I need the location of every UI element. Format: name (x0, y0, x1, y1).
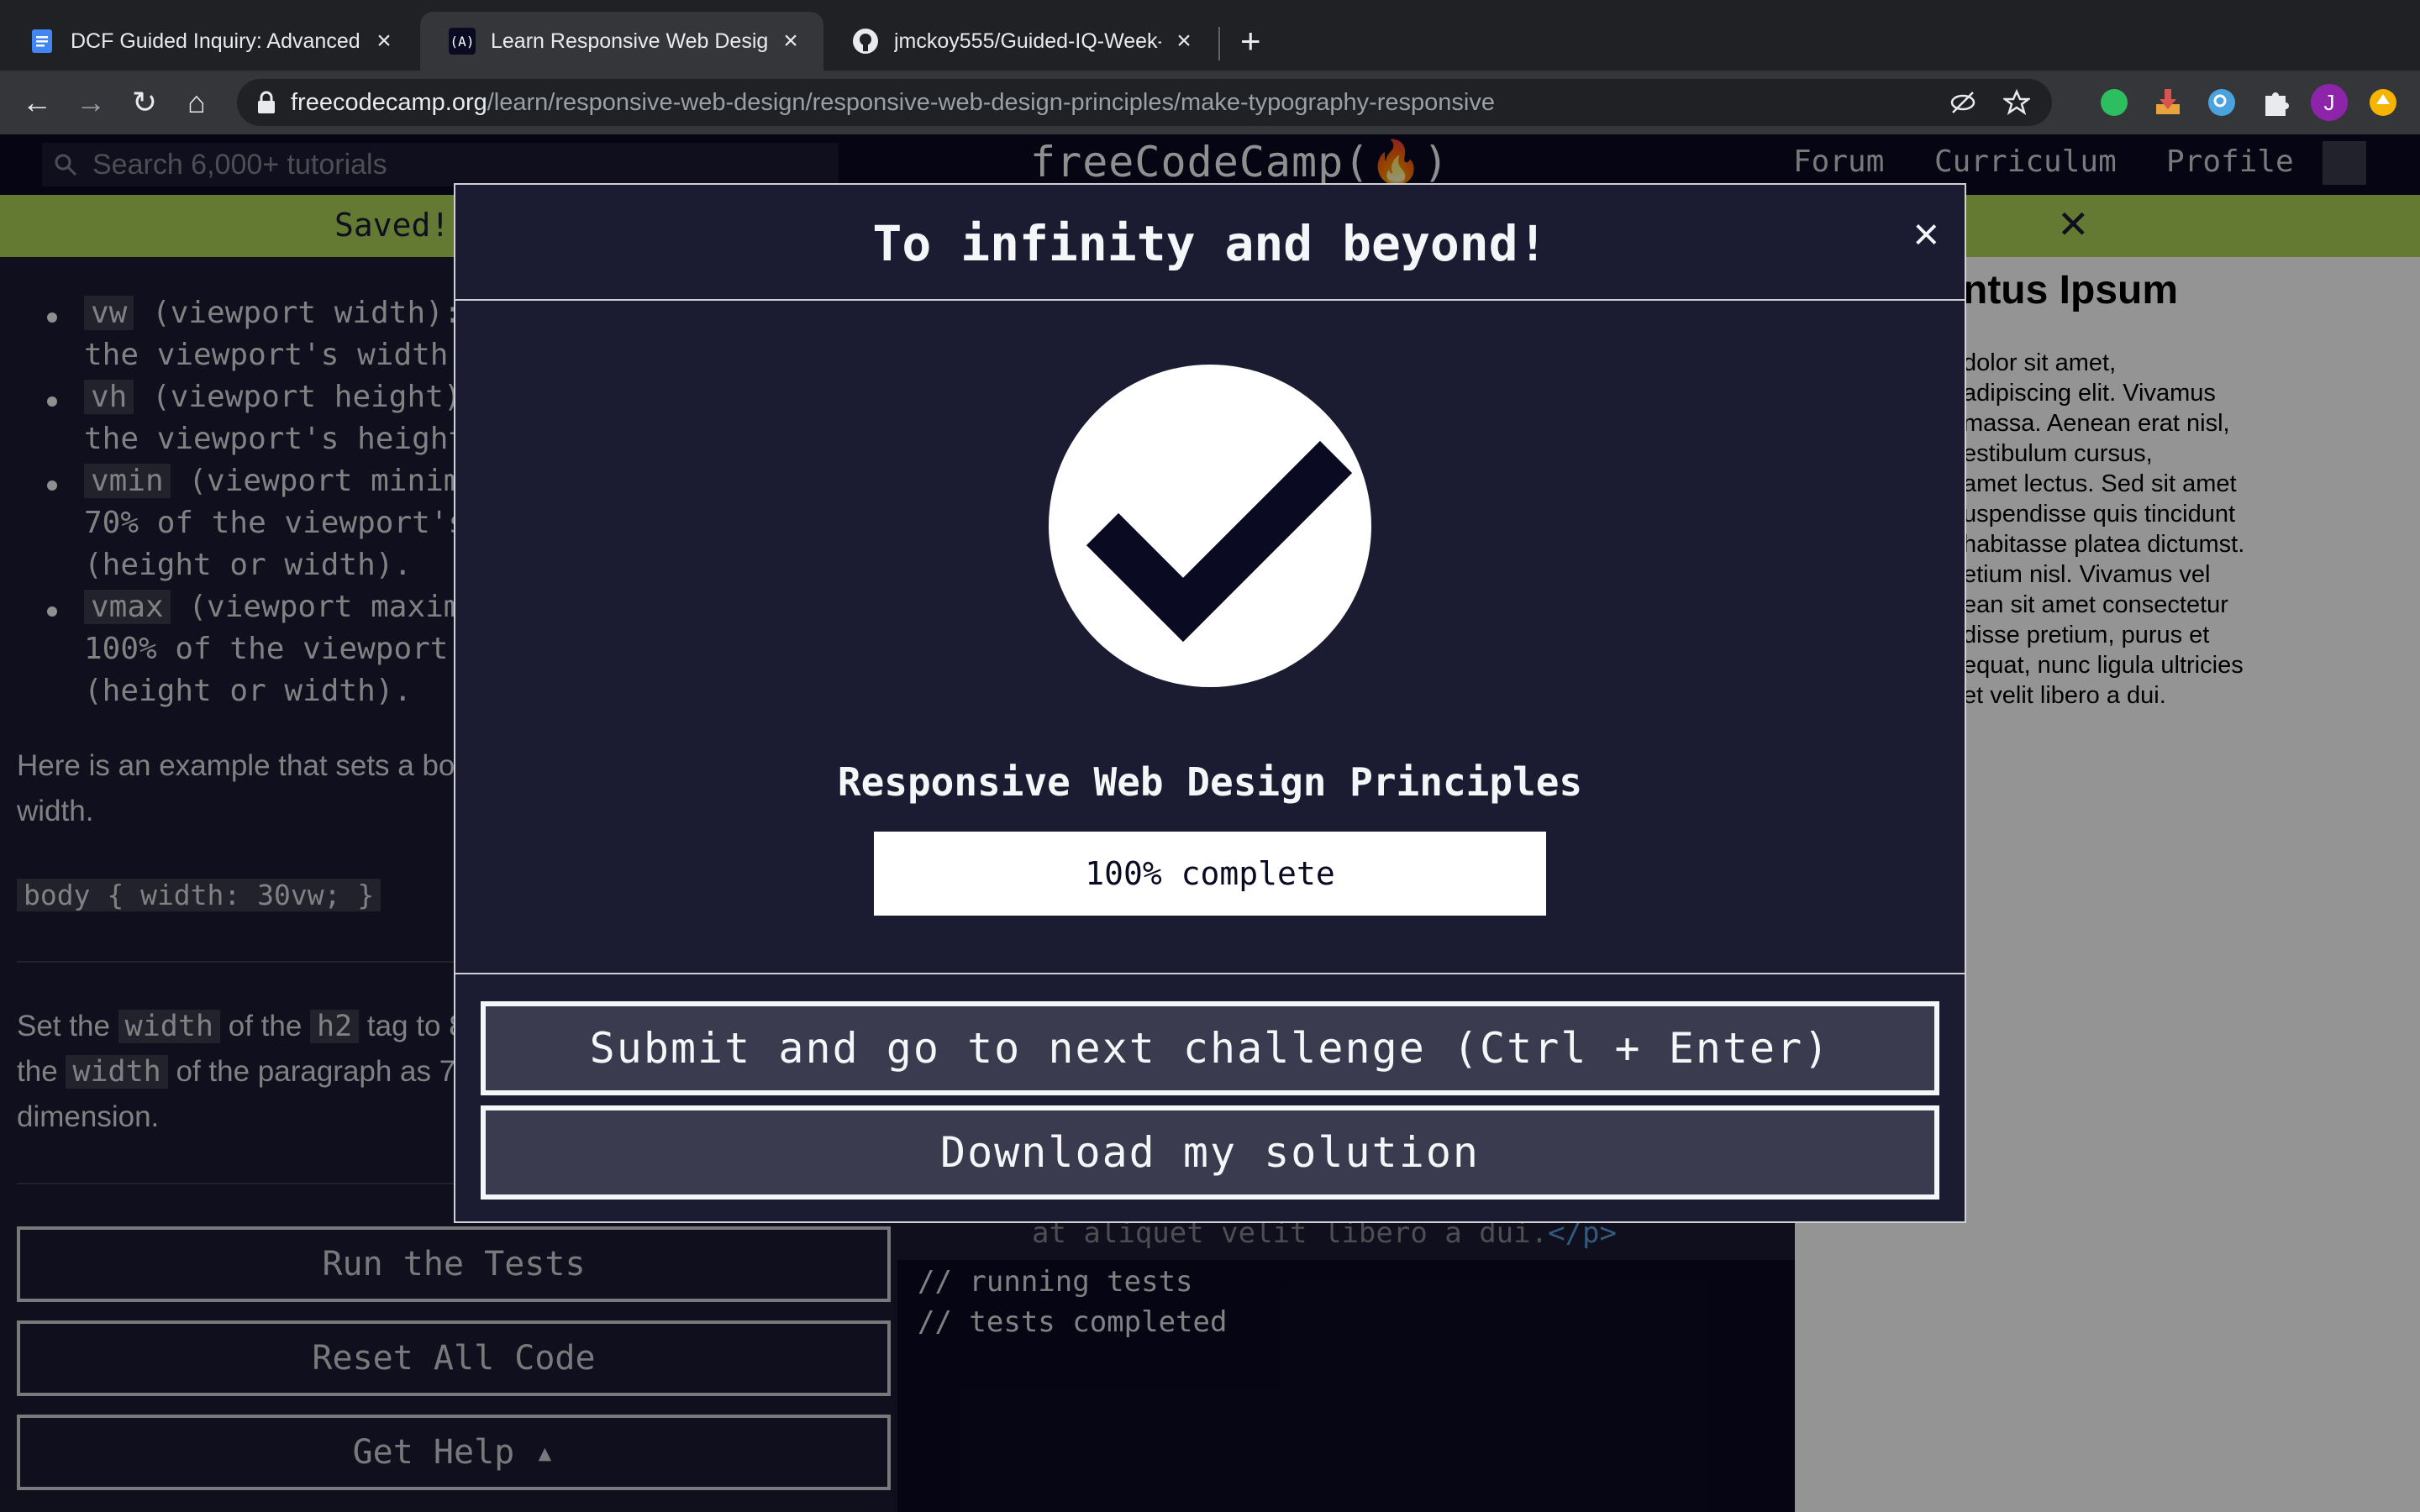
evernote-icon[interactable] (2096, 84, 2133, 121)
close-icon[interactable]: × (778, 27, 803, 55)
lock-icon (258, 91, 275, 113)
new-tab-button[interactable]: + (1240, 20, 1261, 62)
block-title: Responsive Web Design Principles (837, 759, 1583, 805)
download-solution-button[interactable]: Download my solution (481, 1105, 1939, 1200)
update-icon[interactable] (2365, 84, 2402, 121)
eye-slash-icon[interactable] (1949, 89, 1976, 116)
progress-text: 100% complete (1085, 855, 1335, 892)
download-extension-icon[interactable] (2149, 84, 2186, 121)
back-arrow-icon[interactable]: ← (18, 84, 55, 121)
star-icon[interactable] (2003, 89, 2030, 116)
browser-tab-bar: DCF Guided Inquiry: Advanced × (A) Learn… (0, 0, 2420, 71)
docs-icon (32, 29, 52, 53)
checkmark-icon (1049, 365, 1371, 687)
home-icon[interactable]: ⌂ (178, 84, 215, 121)
browser-toolbar: ← → ↻ ⌂ freecodecamp.org/learn/responsiv… (0, 71, 2420, 134)
address-bar[interactable]: freecodecamp.org/learn/responsive-web-de… (237, 79, 2052, 126)
submit-next-challenge-button[interactable]: Submit and go to next challenge (Ctrl + … (481, 1001, 1939, 1095)
modal-header: To infinity and beyond! × (455, 185, 1965, 301)
reload-icon[interactable]: ↻ (126, 84, 163, 121)
tab-separator (1218, 27, 1220, 60)
tab-label: jmckoy555/Guided-IQ-Week-6 (894, 29, 1161, 53)
tab-label: Learn Responsive Web Design (491, 29, 768, 53)
tab-learn-responsive[interactable]: (A) Learn Responsive Web Design × (420, 12, 823, 71)
freecodecamp-icon: (A) (449, 28, 476, 55)
close-icon[interactable]: × (1912, 208, 1939, 260)
tab-dcf-guided-inquiry[interactable]: DCF Guided Inquiry: Advanced × (0, 12, 417, 71)
completion-modal: To infinity and beyond! × Responsive Web… (454, 183, 1966, 1223)
forward-arrow-icon[interactable]: → (72, 84, 109, 121)
tab-github-repo[interactable]: jmckoy555/Guided-IQ-Week-6 × (823, 12, 1217, 71)
profile-avatar[interactable]: J (2311, 84, 2348, 121)
svg-text:(A): (A) (450, 34, 475, 50)
close-icon[interactable]: × (371, 27, 397, 55)
divider (455, 973, 1965, 974)
tab-label: DCF Guided Inquiry: Advanced (71, 29, 360, 53)
modal-title: To infinity and beyond! (872, 215, 1548, 272)
extensions-puzzle-icon[interactable] (2257, 84, 2294, 121)
github-icon (853, 29, 878, 54)
search-extension-icon[interactable] (2203, 84, 2240, 121)
close-icon[interactable]: × (1171, 27, 1197, 55)
url-text: freecodecamp.org/learn/responsive-web-de… (291, 89, 1496, 116)
progress-bar: 100% complete (874, 832, 1546, 916)
